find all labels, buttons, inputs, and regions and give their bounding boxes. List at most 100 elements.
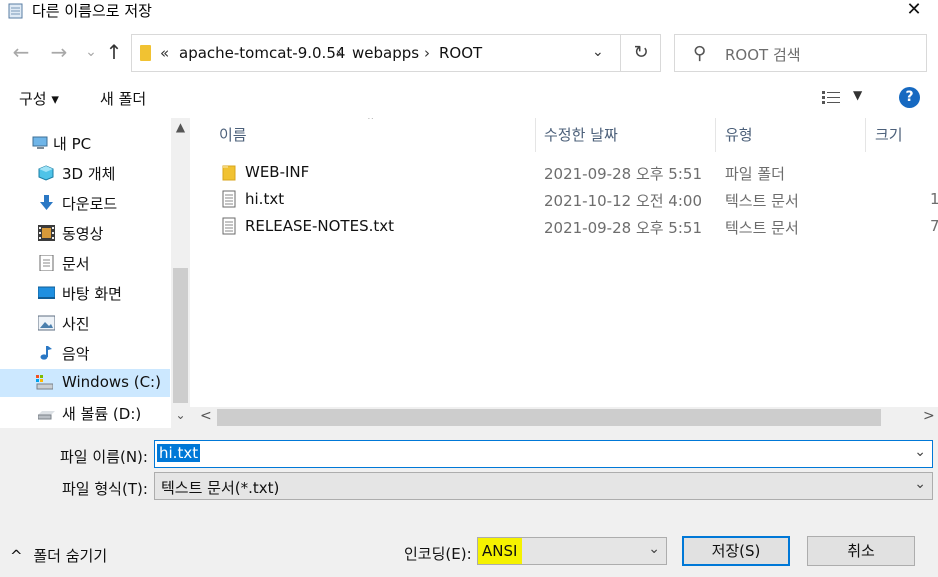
sidebar-item-label: 음악 bbox=[62, 345, 90, 363]
sidebar-item-videos[interactable]: 동영상 bbox=[0, 219, 170, 247]
scroll-down-button[interactable]: ⌄ bbox=[171, 408, 190, 422]
navigation-pane: 내 PC 3D 개체 다운로드 동영상 문서 바탕 화면 사진 음악 Windo… bbox=[0, 118, 190, 428]
scroll-right-button[interactable]: > bbox=[923, 408, 935, 424]
sidebar-item-desktop[interactable]: 바탕 화면 bbox=[0, 279, 170, 307]
column-header-type[interactable]: 유형 bbox=[725, 124, 753, 145]
filename-input[interactable]: hi.txt bbox=[157, 444, 201, 462]
view-dropdown-button[interactable]: ▼ bbox=[853, 88, 862, 102]
file-name: WEB-INF bbox=[245, 163, 310, 181]
column-divider[interactable] bbox=[865, 118, 866, 152]
up-button[interactable]: ↑ bbox=[103, 38, 125, 66]
search-icon: ⚲ bbox=[693, 43, 707, 64]
chevron-up-icon: ^ bbox=[10, 547, 23, 565]
scroll-left-button[interactable]: < bbox=[200, 408, 212, 424]
back-button[interactable]: ← bbox=[10, 38, 32, 66]
file-list-hscrollbar[interactable]: < > bbox=[190, 407, 938, 428]
refresh-button[interactable]: ↻ bbox=[620, 35, 661, 71]
view-details-icon[interactable] bbox=[822, 91, 840, 105]
chevron-down-icon[interactable]: ⌄ bbox=[914, 476, 926, 492]
pc-icon bbox=[32, 136, 48, 149]
column-header-name[interactable]: 이름 bbox=[219, 124, 247, 145]
filename-field[interactable]: hi.txt ⌄ bbox=[154, 440, 933, 468]
encoding-value: ANSI bbox=[482, 542, 518, 560]
sidebar-item-music[interactable]: 음악 bbox=[0, 339, 170, 367]
file-row[interactable]: WEB-INF 2021-09-28 오후 5:51 파일 폴더 bbox=[190, 159, 938, 186]
recent-locations-button[interactable]: ⌄ bbox=[80, 38, 102, 66]
help-icon[interactable]: ? bbox=[899, 87, 920, 108]
search-box[interactable]: ⚲ ROOT 검색 bbox=[674, 34, 927, 72]
hide-folders-button[interactable]: ^ 폴더 숨기기 bbox=[10, 545, 107, 566]
filetype-select[interactable]: 텍스트 문서(*.txt) ⌄ bbox=[154, 472, 933, 500]
sidebar-item-pictures[interactable]: 사진 bbox=[0, 309, 170, 337]
file-size: 7 bbox=[930, 217, 938, 235]
navigation-bar: ← → ⌄ ↑ « apache-tomcat-9.0.54 › webapps… bbox=[0, 30, 938, 76]
chevron-down-icon[interactable]: ⌄ bbox=[648, 541, 660, 557]
notepad-icon bbox=[8, 3, 23, 19]
text-file-icon bbox=[222, 217, 236, 235]
sidebar-item-documents[interactable]: 문서 bbox=[0, 249, 170, 277]
filename-label: 파일 이름(N): bbox=[60, 448, 148, 466]
sidebar-item-drive-c[interactable]: Windows (C:) bbox=[0, 369, 170, 397]
sidebar-item-label: Windows (C:) bbox=[62, 373, 161, 391]
hide-folders-label: 폴더 숨기기 bbox=[33, 547, 108, 565]
file-type: 텍스트 문서 bbox=[725, 219, 799, 237]
close-button[interactable]: ✕ bbox=[890, 0, 938, 22]
file-row[interactable]: RELEASE-NOTES.txt 2021-09-28 오후 5:51 텍스트… bbox=[190, 213, 938, 240]
music-icon bbox=[40, 346, 52, 360]
breadcrumb-separator[interactable]: › bbox=[424, 44, 430, 62]
filetype-value: 텍스트 문서(*.txt) bbox=[161, 479, 280, 497]
scroll-up-button[interactable]: ▲ bbox=[171, 120, 190, 134]
video-icon bbox=[38, 225, 55, 241]
file-size: 1 bbox=[930, 190, 938, 208]
file-type: 텍스트 문서 bbox=[725, 192, 799, 210]
sidebar-scrollbar[interactable]: ▲ ⌄ bbox=[171, 118, 190, 428]
new-folder-button[interactable]: 새 폴더 bbox=[100, 88, 146, 109]
save-button[interactable]: 저장(S) bbox=[682, 536, 790, 566]
chevron-down-icon[interactable]: ⌄ bbox=[914, 444, 926, 460]
address-bar[interactable]: « apache-tomcat-9.0.54 › webapps › ROOT … bbox=[131, 34, 661, 72]
window-title: 다른 이름으로 저장 bbox=[32, 2, 152, 20]
scroll-thumb[interactable] bbox=[173, 268, 188, 403]
forward-button[interactable]: → bbox=[48, 38, 70, 66]
file-name: hi.txt bbox=[245, 190, 285, 208]
sidebar-item-this-pc[interactable]: 내 PC bbox=[0, 129, 170, 157]
file-date: 2021-09-28 오후 5:51 bbox=[544, 219, 702, 237]
file-date: 2021-09-28 오후 5:51 bbox=[544, 165, 702, 183]
column-header-size[interactable]: 크기 bbox=[875, 124, 903, 145]
command-bar: 구성 ▾ 새 폴더 ▼ ? bbox=[0, 82, 938, 114]
column-divider[interactable] bbox=[535, 118, 536, 152]
document-icon bbox=[39, 255, 54, 271]
sidebar-item-drive-d[interactable]: 새 볼륨 (D:) bbox=[0, 399, 170, 427]
pictures-icon bbox=[38, 315, 55, 331]
sidebar-item-3d-objects[interactable]: 3D 개체 bbox=[0, 159, 170, 187]
address-dropdown-button[interactable]: ⌄ bbox=[592, 44, 604, 60]
breadcrumb-root[interactable]: ROOT bbox=[439, 44, 482, 62]
sidebar-item-label: 바탕 화면 bbox=[62, 285, 122, 303]
column-divider[interactable] bbox=[715, 118, 716, 152]
breadcrumb-webapps[interactable]: webapps bbox=[352, 44, 419, 62]
filetype-label: 파일 형식(T): bbox=[62, 480, 148, 498]
sidebar-item-label: 동영상 bbox=[62, 225, 104, 243]
scroll-thumb[interactable] bbox=[217, 409, 881, 426]
breadcrumb-separator[interactable]: › bbox=[336, 44, 342, 62]
desktop-icon bbox=[38, 286, 55, 299]
drive-d-icon bbox=[38, 411, 55, 420]
file-list: ⌃ 이름 수정한 날짜 유형 크기 WEB-INF 2021-09-28 오후 … bbox=[190, 118, 938, 428]
column-header-date[interactable]: 수정한 날짜 bbox=[544, 124, 618, 145]
drive-c-icon bbox=[36, 375, 53, 390]
file-row[interactable]: hi.txt 2021-10-12 오전 4:00 텍스트 문서 1 bbox=[190, 186, 938, 213]
cancel-button[interactable]: 취소 bbox=[807, 536, 915, 566]
folder-icon bbox=[222, 165, 236, 181]
sidebar-item-label: 내 PC bbox=[53, 135, 92, 153]
sidebar-item-label: 3D 개체 bbox=[62, 165, 116, 183]
download-icon bbox=[40, 195, 53, 210]
sidebar-item-label: 다운로드 bbox=[62, 195, 118, 213]
organize-button[interactable]: 구성 ▾ bbox=[19, 88, 59, 109]
encoding-select[interactable]: ANSI ⌄ bbox=[477, 537, 667, 565]
breadcrumb-apache-tomcat[interactable]: apache-tomcat-9.0.54 bbox=[179, 44, 345, 62]
file-date: 2021-10-12 오전 4:00 bbox=[544, 192, 702, 210]
breadcrumb-overflow[interactable]: « bbox=[160, 44, 169, 62]
sidebar-item-downloads[interactable]: 다운로드 bbox=[0, 189, 170, 217]
search-input[interactable]: ROOT 검색 bbox=[725, 44, 801, 65]
folder-icon bbox=[140, 45, 151, 61]
